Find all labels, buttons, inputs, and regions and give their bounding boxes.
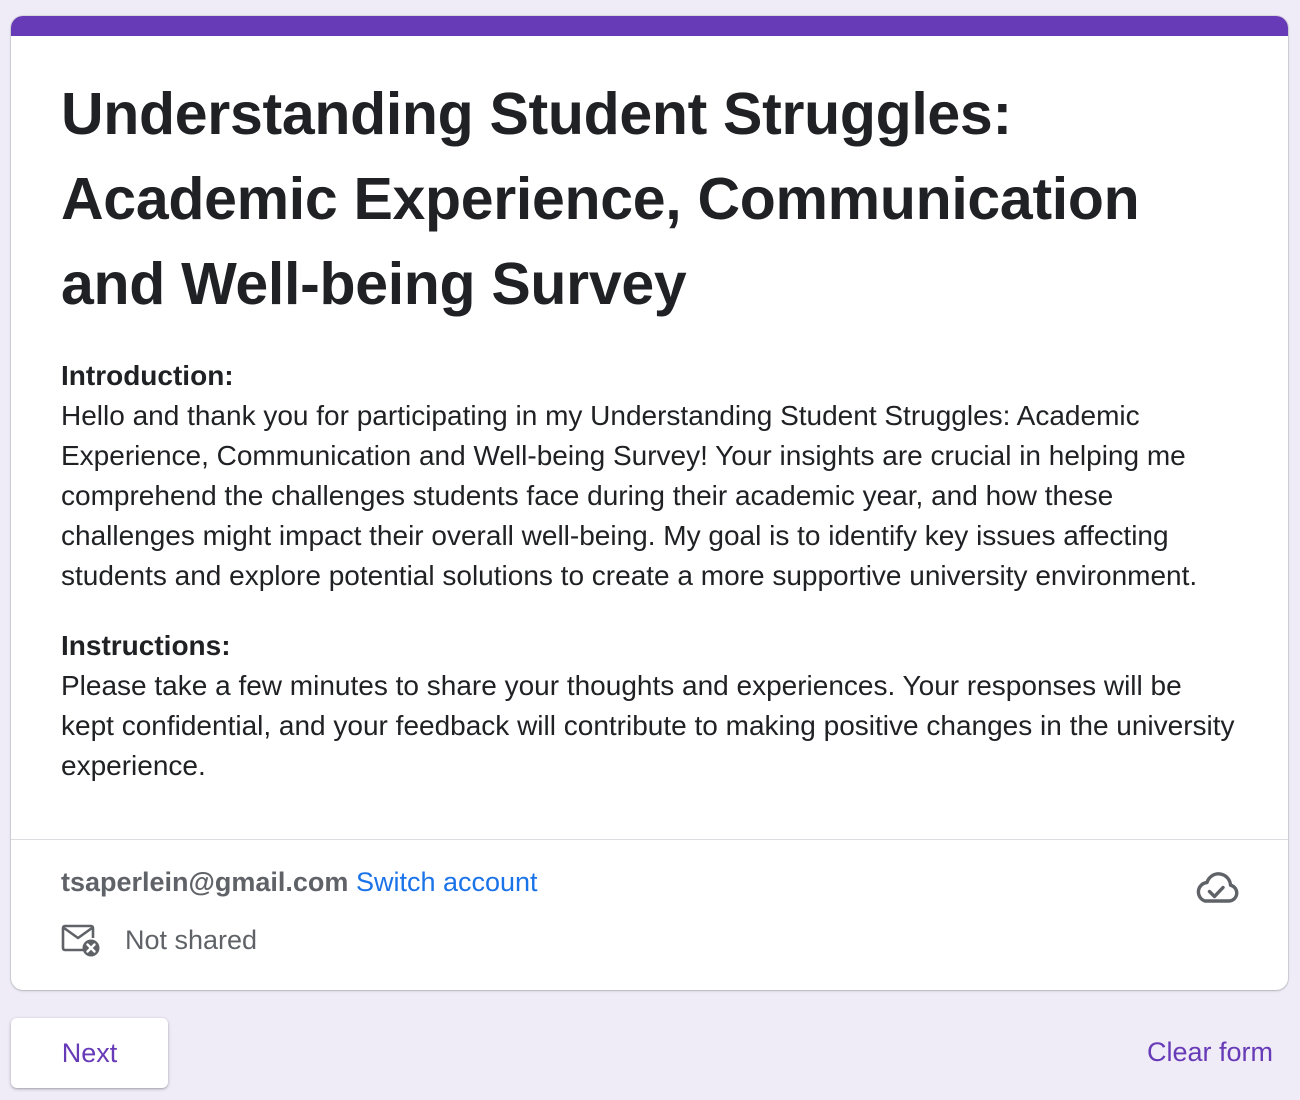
intro-text: Hello and thank you for participating in… xyxy=(61,400,1198,591)
clear-form-button[interactable]: Clear form xyxy=(1147,1034,1273,1070)
form-title: Understanding Student Struggles: Academi… xyxy=(61,81,1140,317)
switch-account-link[interactable]: Switch account xyxy=(356,867,538,897)
account-row: tsaperlein@gmail.com Switch account xyxy=(61,864,538,900)
card-accent-bar xyxy=(11,16,1288,36)
card-divider xyxy=(11,839,1288,840)
sharing-status-text: Not shared xyxy=(125,924,258,955)
sharing-status-row: Not shared xyxy=(61,918,257,962)
intro-heading: Introduction: xyxy=(61,360,234,391)
instructions-section: Instructions: Please take a few minutes … xyxy=(61,626,1241,786)
form-header-card: Understanding Student Struggles: Academi… xyxy=(11,16,1288,990)
instructions-text: Please take a few minutes to share your … xyxy=(61,670,1235,781)
account-email: tsaperlein@gmail.com xyxy=(61,867,349,897)
form-description: Understanding Student Struggles: Academi… xyxy=(61,72,1241,786)
intro-section: Introduction: Hello and thank you for pa… xyxy=(61,356,1241,596)
cloud-done-icon xyxy=(1196,872,1239,903)
instructions-heading: Instructions: xyxy=(61,630,231,661)
next-button[interactable]: Next xyxy=(11,1018,168,1088)
mail-x-icon xyxy=(61,924,100,957)
